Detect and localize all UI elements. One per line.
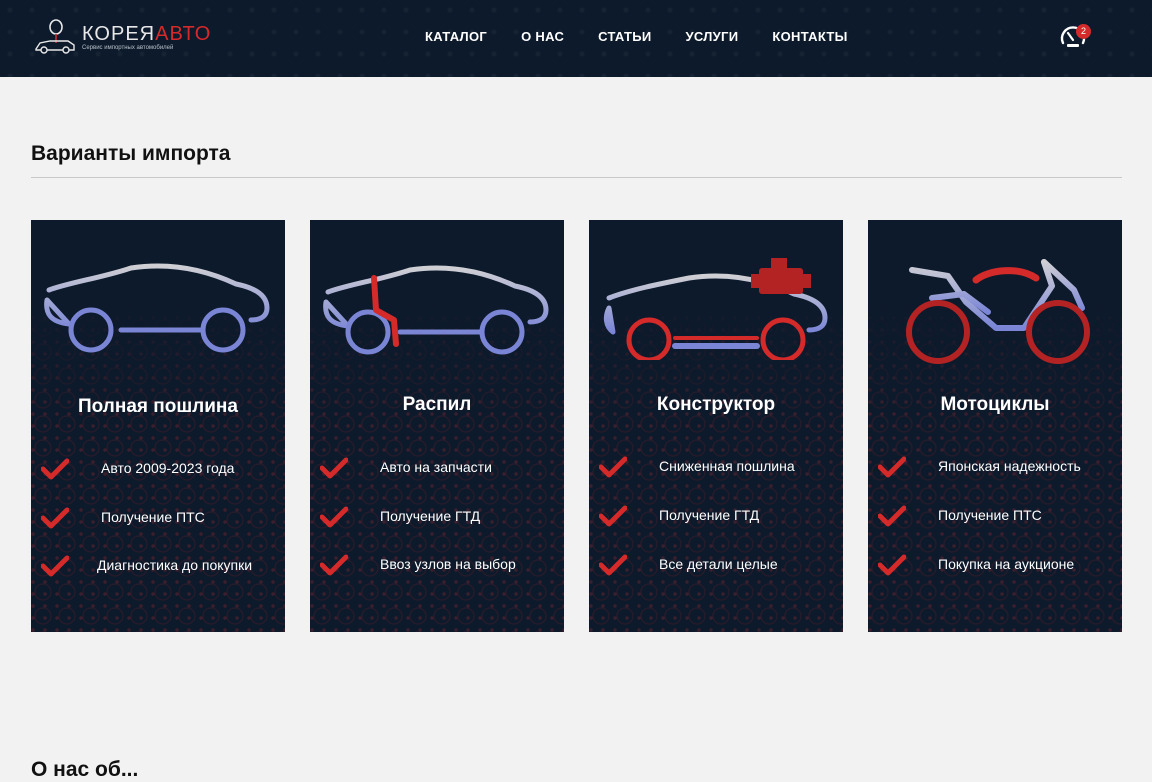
sports-car-icon xyxy=(44,263,270,353)
checkmark-icon xyxy=(320,506,348,528)
feature-text: Покупка на аукционе xyxy=(938,556,1075,572)
nav-about[interactable]: О НАС xyxy=(521,29,564,44)
logo-tagline: Сервис импортных автомобилей xyxy=(82,45,174,51)
checkmark-icon xyxy=(878,554,906,576)
logo[interactable]: КОРЕЯАВТО Сервис импортных автомобилей xyxy=(34,17,254,57)
compare-count-badge: 2 xyxy=(1076,24,1091,39)
checkmark-icon xyxy=(41,507,69,529)
checkmark-icon xyxy=(599,554,627,576)
checkmark-icon xyxy=(599,505,627,527)
feature-text: Получение ГТД xyxy=(659,507,760,523)
checkmark-icon xyxy=(320,457,348,479)
logo-word-2: АВТО xyxy=(155,23,212,45)
cut-car-icon xyxy=(323,265,549,355)
card-title: Полная пошлина xyxy=(78,396,238,417)
feature-text: Все детали целые xyxy=(659,556,778,572)
list-item: Все детали целые xyxy=(599,554,833,594)
feature-text: Ввоз узлов на выбор xyxy=(380,556,516,572)
car-logo-icon xyxy=(35,19,75,54)
section-divider xyxy=(31,177,1122,178)
import-card-constructor[interactable]: Конструктор Сниженная пошлина Получение … xyxy=(589,220,843,632)
feature-text: Авто 2009-2023 года xyxy=(101,460,235,476)
feature-text: Диагностика до покупки xyxy=(97,557,253,573)
section-title: Варианты импорта xyxy=(31,142,231,165)
checkmark-icon xyxy=(41,458,69,480)
logo-word-1: КОРЕЯ xyxy=(82,23,156,45)
feature-text: Японская надежность xyxy=(938,458,1081,474)
import-card-full-duty[interactable]: Полная пошлина Авто 2009-2023 года Получ… xyxy=(31,220,285,632)
nav-articles[interactable]: СТАТЬИ xyxy=(598,29,651,44)
checkmark-icon xyxy=(599,456,627,478)
list-item: Получение ГТД xyxy=(320,506,554,546)
card-title: Мотоциклы xyxy=(940,394,1050,415)
list-item: Авто 2009-2023 года xyxy=(41,458,275,498)
list-item: Ввоз узлов на выбор xyxy=(320,554,554,594)
list-item: Авто на запчасти xyxy=(320,457,554,497)
feature-text: Получение ПТС xyxy=(938,507,1042,523)
checkmark-icon xyxy=(41,555,69,577)
list-item: Получение ПТС xyxy=(41,507,275,547)
nav-services[interactable]: УСЛУГИ xyxy=(686,29,739,44)
feature-text: Авто на запчасти xyxy=(380,459,492,475)
list-item: Японская надежность xyxy=(878,456,1112,496)
list-item: Сниженная пошлина xyxy=(599,456,833,496)
list-item: Получение ГТД xyxy=(599,505,833,545)
import-card-cut[interactable]: Распил Авто на запчасти Получение ГТД Вв… xyxy=(310,220,564,632)
nav-catalog[interactable]: КАТАЛОГ xyxy=(425,29,487,44)
feature-text: Сниженная пошлина xyxy=(659,458,795,474)
import-card-motorcycles[interactable]: Мотоциклы Японская надежность Получение … xyxy=(868,220,1122,632)
card-title: Распил xyxy=(402,394,472,415)
card-title: Конструктор xyxy=(656,394,776,415)
checkmark-icon xyxy=(878,505,906,527)
motorcycle-icon xyxy=(906,259,1090,364)
list-item: Покупка на аукционе xyxy=(878,554,1112,594)
checkmark-icon xyxy=(878,456,906,478)
feature-text: Получение ПТС xyxy=(101,509,205,525)
list-item: Диагностика до покупки xyxy=(41,555,275,595)
checkmark-icon xyxy=(320,554,348,576)
main-nav: КАТАЛОГ О НАС СТАТЬИ УСЛУГИ КОНТАКТЫ xyxy=(425,29,882,44)
feature-text: Получение ГТД xyxy=(380,508,481,524)
next-section-title: О нас об... xyxy=(31,758,139,781)
list-item: Получение ПТС xyxy=(878,505,1112,545)
site-header: КОРЕЯАВТО Сервис импортных автомобилей К… xyxy=(0,0,1152,77)
engine-car-icon xyxy=(603,258,828,360)
logo-wordmark: КОРЕЯАВТО xyxy=(82,23,211,46)
nav-contacts[interactable]: КОНТАКТЫ xyxy=(772,29,847,44)
